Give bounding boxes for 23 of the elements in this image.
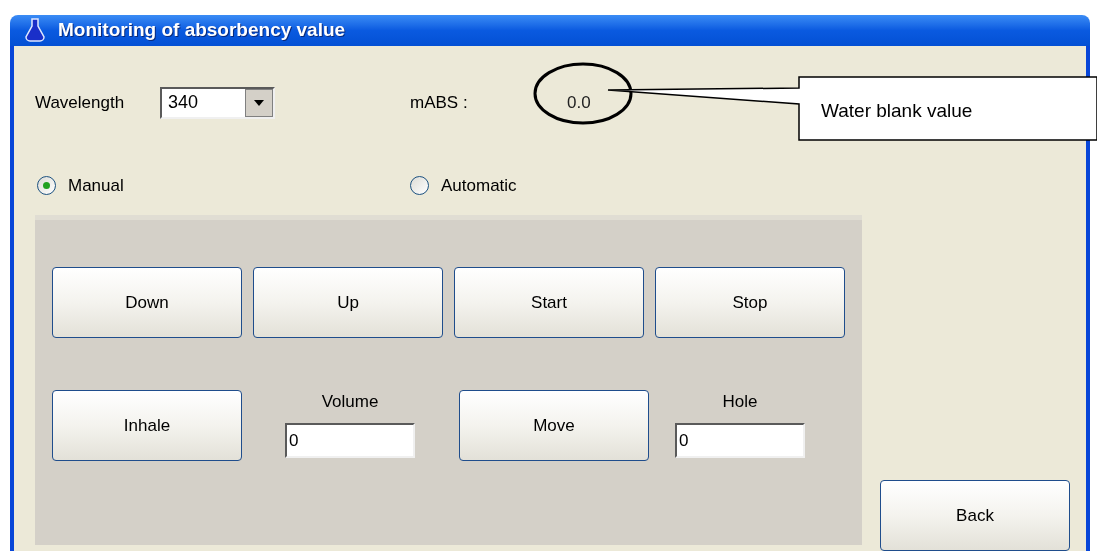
push-button[interactable]: Move <box>459 390 649 461</box>
wavelength-label: Wavelength <box>35 91 126 114</box>
push-button[interactable]: Start <box>454 267 644 338</box>
radio-label: Automatic <box>441 174 517 197</box>
absorbance-value: 0.0 <box>567 91 591 114</box>
push-button[interactable]: Back <box>880 480 1070 551</box>
radio-button[interactable] <box>410 175 429 195</box>
push-button[interactable]: Inhale <box>52 390 242 461</box>
callout-text: Water blank value <box>821 99 973 123</box>
push-button[interactable]: Stop <box>655 267 845 338</box>
input-field[interactable]: 0 <box>285 423 415 458</box>
input-field[interactable]: 0 <box>675 423 805 458</box>
flask-icon <box>24 17 46 44</box>
field-label: Volume <box>321 391 379 413</box>
push-button[interactable]: Down <box>52 267 242 338</box>
field-label: Hole <box>722 391 758 413</box>
wavelength-dropdown[interactable]: 340 <box>160 86 275 119</box>
absorbance-label: mABS : <box>410 91 469 114</box>
radio-button[interactable] <box>37 175 56 195</box>
window-title: Monitoring of absorbency value <box>58 18 346 42</box>
radio-label: Manual <box>68 174 124 197</box>
dropdown-arrow-icon <box>254 99 264 106</box>
push-button[interactable]: Up <box>253 267 443 338</box>
